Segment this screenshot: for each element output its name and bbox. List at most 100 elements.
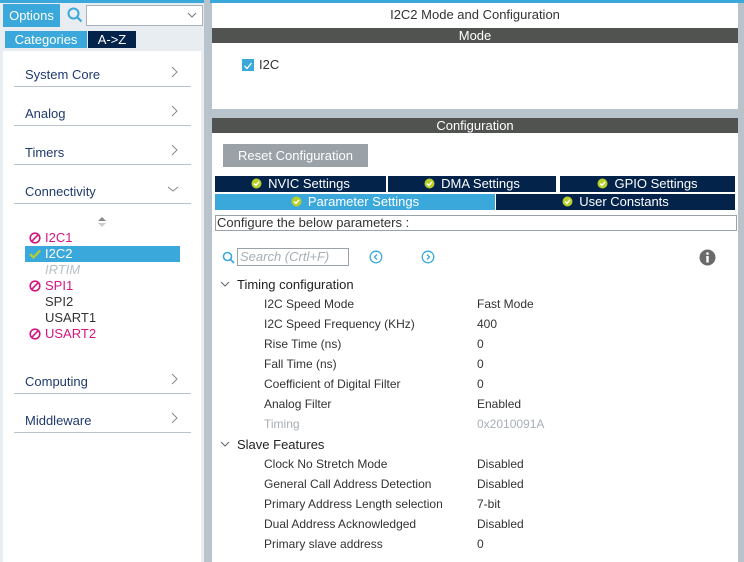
param-value[interactable]: 400 [477, 315, 497, 333]
options-button[interactable]: Options [3, 4, 60, 27]
param-value[interactable]: 0 [477, 335, 484, 353]
param-row[interactable]: Fall Time (ns) 0 [264, 355, 724, 373]
previous-match-icon[interactable] [369, 250, 383, 264]
peripheral-usart2[interactable]: USART2 [25, 326, 180, 342]
param-value[interactable]: 0 [477, 375, 484, 393]
top-accent-bar [0, 0, 204, 3]
peripheral-spi2[interactable]: SPI2 [25, 294, 180, 310]
param-row[interactable]: Analog Filter Enabled [264, 395, 724, 413]
peripheral-label: SPI1 [45, 278, 74, 293]
parameter-search-input[interactable]: Search (Crtl+F) [237, 248, 349, 266]
i2c-checkbox[interactable] [242, 59, 254, 71]
chevron-down-icon [167, 186, 179, 192]
param-row[interactable]: Primary Address Length selection 7-bit [264, 495, 724, 513]
search-icon[interactable] [222, 251, 235, 264]
panel-title: I2C2 Mode and Configuration [390, 7, 560, 22]
param-name: Timing [264, 417, 300, 431]
peripheral-label: USART2 [45, 326, 97, 341]
sort-arrows-icon[interactable] [97, 216, 107, 228]
param-row[interactable]: Primary slave address 0 [264, 535, 724, 553]
param-row[interactable]: Rise Time (ns) 0 [264, 335, 724, 353]
category-label: Connectivity [25, 184, 96, 199]
param-value: 0x2010091A [477, 417, 545, 431]
peripheral-spi1[interactable]: SPI1 [25, 278, 180, 294]
tab-label: NVIC Settings [268, 176, 350, 191]
param-value[interactable]: Disabled [477, 515, 524, 533]
peripheral-i2c1[interactable]: I2C1 [25, 230, 180, 246]
mode-section-header: Mode [212, 28, 738, 43]
tab-parameter-settings[interactable]: Parameter Settings [215, 194, 495, 210]
checkmark-icon [29, 249, 41, 260]
next-match-icon[interactable] [421, 250, 435, 264]
param-row[interactable]: Dual Address Acknowledged Disabled [264, 515, 724, 533]
param-value[interactable]: 7-bit [477, 495, 500, 513]
chevron-down-icon [220, 281, 230, 287]
chevron-right-icon [171, 373, 178, 385]
parameters-description: Configure the below parameters : [215, 215, 737, 231]
peripheral-label: I2C2 [45, 246, 73, 261]
category-middleware[interactable]: Middleware [14, 405, 191, 433]
param-row[interactable]: I2C Speed Frequency (KHz) 400 [264, 315, 724, 333]
search-combo[interactable] [86, 5, 203, 26]
check-circle-icon [597, 178, 608, 189]
param-value[interactable]: Disabled [477, 475, 524, 493]
peripheral-label: I2C1 [45, 230, 73, 245]
param-name: Fall Time (ns) [264, 357, 337, 371]
app-window: Options Categories A->Z System Core Anal… [0, 0, 744, 562]
check-circle-icon [251, 178, 262, 189]
param-name: Primary slave address [264, 537, 383, 551]
checkmark-icon [244, 62, 253, 70]
check-circle-icon [424, 178, 435, 189]
tab-user-constants[interactable]: User Constants [496, 194, 735, 210]
tab-a-z[interactable]: A->Z [88, 31, 136, 48]
param-name: I2C Speed Mode [264, 297, 355, 311]
param-value[interactable]: Fast Mode [477, 295, 534, 313]
category-computing[interactable]: Computing [14, 366, 191, 394]
left-pane: Options Categories A->Z System Core Anal… [0, 0, 204, 562]
param-name: Primary Address Length selection [264, 497, 443, 511]
param-value[interactable]: Disabled [477, 455, 524, 473]
category-label: System Core [25, 67, 101, 82]
reset-configuration-button[interactable]: Reset Configuration [223, 144, 368, 167]
peripheral-i2c2[interactable]: I2C2 [25, 246, 180, 262]
param-name: I2C Speed Frequency (KHz) [264, 317, 415, 331]
group-label: Timing configuration [237, 277, 354, 292]
category-label: Middleware [25, 413, 92, 428]
tab-gpio-settings[interactable]: GPIO Settings [560, 176, 735, 192]
pane-splitter[interactable] [204, 0, 210, 562]
info-icon[interactable] [699, 249, 716, 266]
category-connectivity[interactable]: Connectivity [14, 176, 191, 204]
chevron-right-icon [171, 412, 178, 424]
peripheral-usart1[interactable]: USART1 [25, 310, 180, 326]
param-row[interactable]: Coefficient of Digital Filter 0 [264, 375, 724, 393]
param-name: Analog Filter [264, 397, 332, 411]
param-row[interactable]: Clock No Stretch Mode Disabled [264, 455, 724, 473]
category-system-core[interactable]: System Core [14, 59, 191, 87]
group-timing-configuration[interactable]: Timing configuration [220, 277, 354, 292]
category-timers[interactable]: Timers [14, 137, 191, 165]
chevron-right-icon [171, 144, 178, 156]
param-value[interactable]: 0 [477, 535, 484, 553]
param-value[interactable]: Enabled [477, 395, 521, 413]
chevron-down-icon[interactable] [186, 9, 198, 21]
peripheral-label: USART1 [45, 310, 97, 325]
tab-categories[interactable]: Categories [5, 31, 87, 48]
category-label: Computing [25, 374, 88, 389]
conflict-icon [29, 232, 41, 244]
group-slave-features[interactable]: Slave Features [220, 437, 324, 452]
param-row[interactable]: General Call Address Detection Disabled [264, 475, 724, 493]
conflict-icon [29, 328, 41, 340]
mode-panel: I2C2 Mode and Configuration Mode I2C [212, 3, 738, 109]
tab-nvic-settings[interactable]: NVIC Settings [215, 176, 386, 192]
param-value[interactable]: 0 [477, 355, 484, 373]
search-icon[interactable] [66, 6, 84, 24]
category-list: System Core Analog Timers Connectivity I… [3, 51, 201, 562]
peripheral-irtim[interactable]: IRTIM [25, 262, 180, 278]
category-label: Analog [25, 106, 66, 121]
category-analog[interactable]: Analog [14, 98, 191, 126]
tab-label: Parameter Settings [307, 194, 420, 209]
check-circle-icon [562, 196, 573, 207]
tab-dma-settings[interactable]: DMA Settings [388, 176, 556, 192]
param-name: Clock No Stretch Mode [264, 457, 388, 471]
param-row[interactable]: I2C Speed Mode Fast Mode [264, 295, 724, 313]
